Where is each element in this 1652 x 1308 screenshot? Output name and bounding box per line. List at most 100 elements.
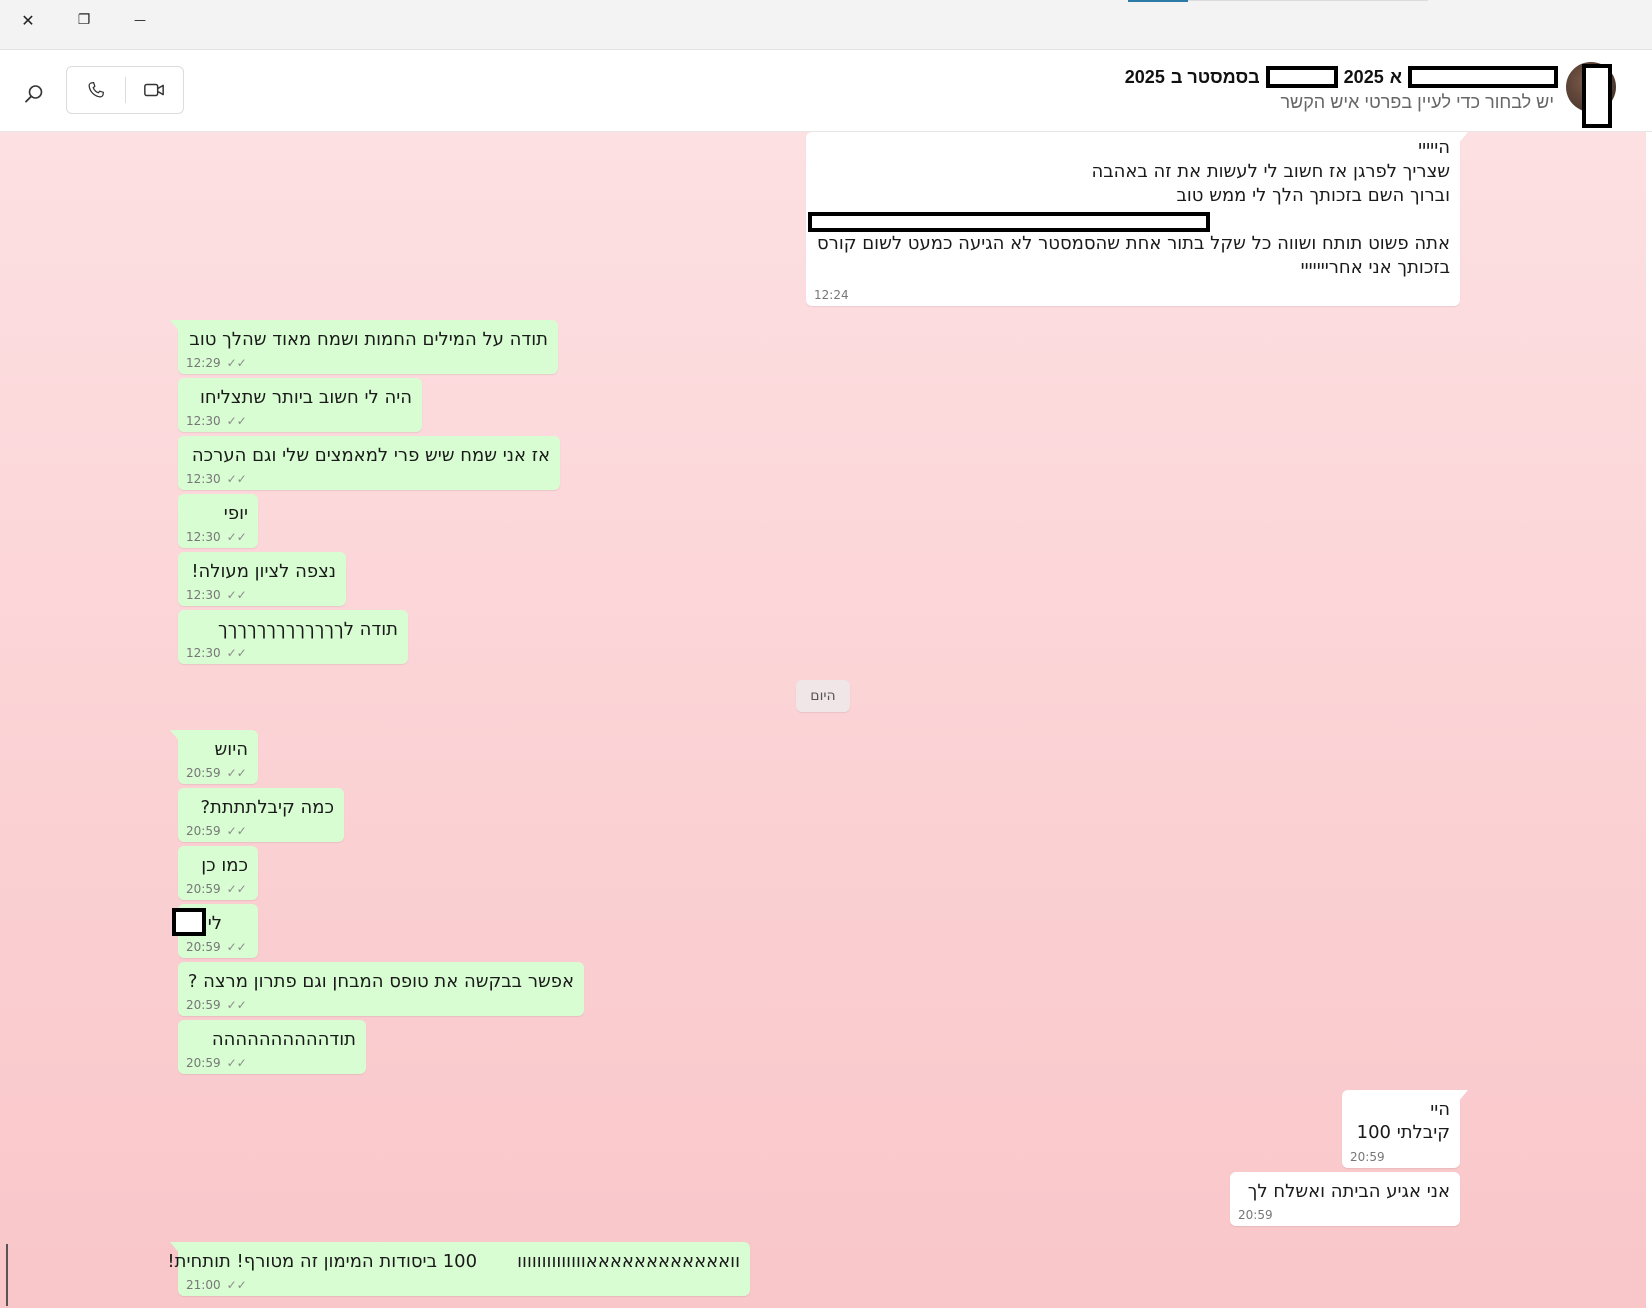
- scroll-indicator[interactable]: [6, 1244, 8, 1306]
- message-text: וואאאאאאאאאאאאוווווווווווווו 100 ביסודות…: [167, 1251, 740, 1272]
- chat-title-semester: בסמסטר ב: [1170, 66, 1260, 87]
- message-text: כמו כן: [201, 855, 248, 876]
- message-timestamp: 20:59: [1238, 1208, 1273, 1222]
- message-text: היוש: [214, 739, 248, 760]
- date-separator: היום: [796, 680, 850, 712]
- double-check-icon: ✓✓: [226, 824, 247, 838]
- message-bubble-outgoing[interactable]: אז אני שמח שיש פרי למאמצים שלי וגם הערכה…: [178, 436, 560, 490]
- close-icon: ✕: [21, 10, 35, 30]
- chat-header: א 2025 בסמסטר ב 2025 יש לבחור כדי לעיין …: [0, 50, 1652, 132]
- message-time: 20:59 ✓✓: [186, 998, 247, 1012]
- message-text: כמה קיבלתתתת?: [200, 797, 334, 818]
- message-text: היה לי חשוב ביותר שתצליחו: [199, 387, 412, 408]
- message-bubble-outgoing[interactable]: כמו כן 20:59 ✓✓: [178, 846, 258, 900]
- message-time: 20:59 ✓✓: [186, 766, 247, 780]
- message-time: 12:30 ✓✓: [186, 588, 247, 602]
- message-timestamp: 12:29: [186, 356, 221, 370]
- bubble-tail: [170, 320, 180, 332]
- message-bubble-outgoing[interactable]: תודהההההההההה 20:59 ✓✓: [178, 1020, 366, 1074]
- message-bubble-outgoing[interactable]: תודה על המילים החמות ושמח מאוד שהלך טוב …: [170, 320, 558, 374]
- message-time: 20:59 ✓✓: [186, 940, 247, 954]
- scrollbar[interactable]: [1646, 132, 1652, 1308]
- message-timestamp: 20:59: [186, 940, 221, 954]
- bubble-tail: [170, 1242, 180, 1254]
- message-list[interactable]: הייייי שצריך לפרגן אז חשוב לי לעשות את ז…: [0, 132, 1646, 1308]
- search-button[interactable]: [14, 74, 54, 114]
- message-bubble-incoming[interactable]: היי קיבלתי 100 20:59: [1342, 1090, 1468, 1168]
- chat-title-year-2: 2025: [1124, 66, 1165, 87]
- message-text: נצפה לציון מעולה!: [191, 561, 336, 582]
- voice-call-button[interactable]: [67, 67, 125, 113]
- message-timestamp: 21:00: [186, 1278, 221, 1292]
- double-check-icon: ✓✓: [226, 530, 247, 544]
- window-titlebar: ✕ ❐ —: [0, 0, 1652, 50]
- message-timestamp: 20:59: [186, 1056, 221, 1070]
- message-bubble-outgoing[interactable]: אפשר בבקשה את טופס המבחן וגם פתרון מרצה …: [178, 962, 584, 1016]
- bubble-tail: [1458, 1090, 1468, 1102]
- close-window-button[interactable]: ✕: [0, 0, 56, 40]
- message-bubble-outgoing[interactable]: היוש 20:59 ✓✓: [170, 730, 258, 784]
- titlebar-divider: [1188, 0, 1428, 1]
- message-bubble-outgoing[interactable]: יופי 12:30 ✓✓: [178, 494, 258, 548]
- double-check-icon: ✓✓: [226, 766, 247, 780]
- message-time: 12:29 ✓✓: [186, 356, 247, 370]
- redaction-box: [172, 908, 206, 936]
- call-buttons-group: [66, 66, 184, 114]
- avatar-redaction-box: [1582, 64, 1612, 128]
- chat-subtitle: יש לבחור כדי לעיין בפרטי איש הקשר: [1280, 92, 1554, 112]
- phone-icon: [88, 82, 104, 98]
- chat-title[interactable]: א 2025 בסמסטר ב 2025: [1125, 66, 1558, 88]
- redaction-box: [1408, 66, 1558, 88]
- redaction-box: [808, 212, 1210, 232]
- message-timestamp: 12:30: [186, 646, 221, 660]
- restore-window-button[interactable]: ❐: [56, 0, 112, 40]
- double-check-icon: ✓✓: [226, 588, 247, 602]
- double-check-icon: ✓✓: [226, 998, 247, 1012]
- minimize-window-button[interactable]: —: [112, 0, 168, 40]
- message-bubble-outgoing[interactable]: כמה קיבלתתתת? 20:59 ✓✓: [178, 788, 344, 842]
- bubble-tail: [170, 730, 180, 742]
- message-bubble-incoming[interactable]: אני אגיע הביתה ואשלח לך 20:59: [1230, 1172, 1460, 1226]
- message-time: 20:59: [1350, 1150, 1385, 1164]
- message-time: 20:59 ✓✓: [186, 1056, 247, 1070]
- message-text: הייייי שצריך לפרגן אז חשוב לי לעשות את ז…: [816, 137, 1450, 278]
- message-timestamp: 20:59: [186, 824, 221, 838]
- message-text: תודה לךךךךךךךךךךךךך: [218, 619, 398, 640]
- message-time: 12:30 ✓✓: [186, 646, 247, 660]
- message-bubble-outgoing[interactable]: וואאאאאאאאאאאאוווווווווווווו 100 ביסודות…: [167, 1242, 750, 1296]
- message-timestamp: 12:30: [186, 414, 221, 428]
- message-bubble-outgoing[interactable]: תודה לךךךךךךךךךךךךך 12:30 ✓✓: [178, 610, 408, 664]
- chat-title-letter: א: [1389, 66, 1402, 87]
- message-time: 12:30 ✓✓: [186, 414, 247, 428]
- double-check-icon: ✓✓: [226, 940, 247, 954]
- message-bubble-outgoing[interactable]: היה לי חשוב ביותר שתצליחו 12:30 ✓✓: [178, 378, 422, 432]
- restore-icon: ❐: [77, 12, 91, 28]
- double-check-icon: ✓✓: [226, 414, 247, 428]
- message-timestamp: 12:30: [186, 588, 221, 602]
- double-check-icon: ✓✓: [226, 356, 247, 370]
- message-text: תודה על המילים החמות ושמח מאוד שהלך טוב: [189, 329, 548, 350]
- message-text: אני אגיע הביתה ואשלח לך: [1247, 1181, 1450, 1202]
- double-check-icon: ✓✓: [226, 1278, 247, 1292]
- message-time: 12:30 ✓✓: [186, 472, 247, 486]
- message-text: תודהההההההההה: [211, 1029, 356, 1050]
- titlebar-accent: [1128, 0, 1188, 2]
- message-time: 12:30 ✓✓: [186, 530, 247, 544]
- message-timestamp: 12:30: [186, 530, 221, 544]
- video-call-button[interactable]: [125, 67, 183, 113]
- search-icon: [25, 85, 43, 103]
- message-time: 20:59 ✓✓: [186, 882, 247, 896]
- message-timestamp: 20:59: [186, 998, 221, 1012]
- message-text: יופי: [223, 503, 248, 524]
- message-timestamp: 20:59: [186, 882, 221, 896]
- chat-title-year: 2025: [1343, 66, 1384, 87]
- message-timestamp: 20:59: [1350, 1150, 1385, 1164]
- message-time: 20:59 ✓✓: [186, 824, 247, 838]
- double-check-icon: ✓✓: [226, 472, 247, 486]
- message-bubble-outgoing[interactable]: נצפה לציון מעולה! 12:30 ✓✓: [178, 552, 346, 606]
- message-timestamp: 12:24: [814, 288, 849, 302]
- message-text: אפשר בבקשה את טופס המבחן וגם פתרון מרצה …: [187, 971, 574, 992]
- double-check-icon: ✓✓: [226, 646, 247, 660]
- message-time: 20:59: [1238, 1208, 1273, 1222]
- message-text: אז אני שמח שיש פרי למאמצים שלי וגם הערכה: [191, 445, 550, 466]
